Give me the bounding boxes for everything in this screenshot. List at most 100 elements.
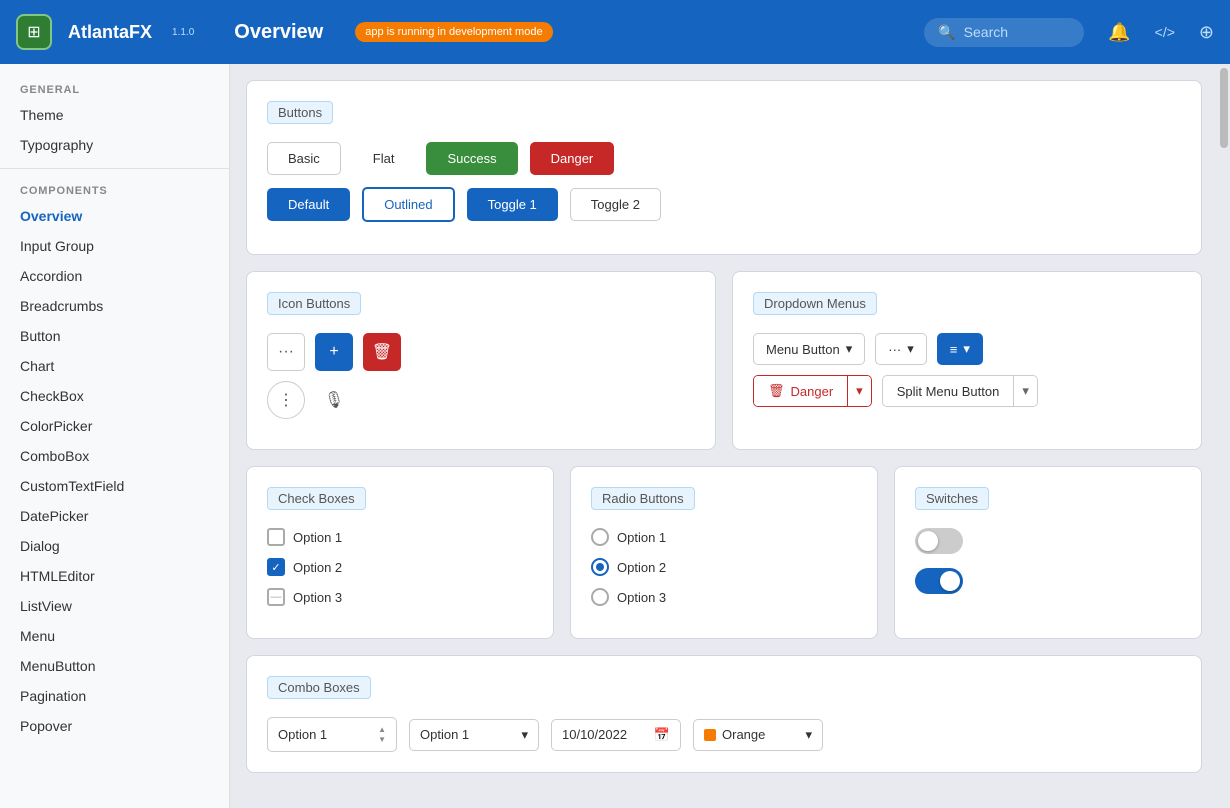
dev-badge: app is running in development mode <box>355 22 552 42</box>
dropdown-menus-card-title: Dropdown Menus <box>753 292 877 315</box>
sidebar-item-colorpicker[interactable]: ColorPicker <box>0 411 229 441</box>
default-button[interactable]: Default <box>267 188 350 221</box>
checkbox-checked[interactable]: ✓ <box>267 558 285 576</box>
scrollbar-track[interactable] <box>1218 64 1230 808</box>
check-boxes-title: Check Boxes <box>267 487 366 510</box>
main-content: Buttons Basic Flat Success Danger Defaul… <box>230 64 1218 808</box>
split-menu-button[interactable]: Split Menu Button ▾ <box>882 375 1038 407</box>
search-icon: 🔍 <box>938 24 955 41</box>
checkbox-unchecked[interactable] <box>267 528 285 546</box>
page-title: Overview <box>234 21 323 44</box>
sidebar-item-menubutton[interactable]: MenuButton <box>0 651 229 681</box>
checkbox-option3-label: Option 3 <box>293 590 342 605</box>
icon-btn-trash[interactable]: 🗑 <box>363 333 401 371</box>
app-version: 1.1.0 <box>172 27 194 38</box>
sidebar-item-typography[interactable]: Typography <box>0 130 229 160</box>
radio-option1[interactable]: Option 1 <box>591 528 857 546</box>
orange-color-swatch <box>704 729 716 741</box>
basic-button[interactable]: Basic <box>267 142 341 175</box>
sidebar-item-breadcrumbs[interactable]: Breadcrumbs <box>0 291 229 321</box>
switch-on[interactable] <box>915 568 963 594</box>
flat-button[interactable]: Flat <box>353 143 415 174</box>
icon-btn-plus[interactable]: + <box>315 333 353 371</box>
sidebar-item-accordion[interactable]: Accordion <box>0 261 229 291</box>
sidebar-item-popover[interactable]: Popover <box>0 711 229 741</box>
components-section-label: COMPONENTS <box>0 177 229 201</box>
radio-unchecked3[interactable] <box>591 588 609 606</box>
icon-btn-dots[interactable]: ··· <box>267 333 305 371</box>
icon-buttons-card-title: Icon Buttons <box>267 292 361 315</box>
radio-option3[interactable]: Option 3 <box>591 588 857 606</box>
toggle2-button[interactable]: Toggle 2 <box>570 188 661 221</box>
buttons-card: Buttons Basic Flat Success Danger Defaul… <box>246 80 1202 255</box>
combo-color[interactable]: Orange ▾ <box>693 719 823 751</box>
checkbox-option2-label: Option 2 <box>293 560 342 575</box>
radio-unchecked1[interactable] <box>591 528 609 546</box>
split-menu-main[interactable]: Split Menu Button <box>883 377 1014 406</box>
outlined-button[interactable]: Outlined <box>362 187 454 222</box>
icon-btn-mic[interactable]: 🎙 <box>315 381 353 419</box>
sidebar-item-customtextfield[interactable]: CustomTextField <box>0 471 229 501</box>
scrollbar-thumb[interactable] <box>1220 68 1228 148</box>
radio-buttons-title: Radio Buttons <box>591 487 695 510</box>
combo-date-label: 10/10/2022 <box>562 727 627 742</box>
sidebar-item-checkbox[interactable]: CheckBox <box>0 381 229 411</box>
danger-split-button[interactable]: 🗑 Danger ▾ <box>753 375 872 407</box>
sidebar-item-chart[interactable]: Chart <box>0 351 229 381</box>
radio-buttons-card: Radio Buttons Option 1 Option 2 Option 3 <box>570 466 878 639</box>
checkbox-option2[interactable]: ✓ Option 2 <box>267 558 533 576</box>
bell-icon[interactable]: 🔔 <box>1108 22 1130 43</box>
danger-split-main[interactable]: 🗑 Danger <box>754 376 847 406</box>
general-section-label: GENERAL <box>0 76 229 100</box>
danger-button[interactable]: Danger <box>530 142 615 175</box>
switch-off[interactable] <box>915 528 963 554</box>
combo-boxes-title: Combo Boxes <box>267 676 371 699</box>
sidebar-item-datepicker[interactable]: DatePicker <box>0 501 229 531</box>
sidebar-item-input-group[interactable]: Input Group <box>0 231 229 261</box>
success-button[interactable]: Success <box>426 142 517 175</box>
radio-selected2[interactable] <box>591 558 609 576</box>
combo-spinner[interactable]: Option 1 ▲▼ <box>267 717 397 752</box>
combo-color-label: Orange <box>722 727 765 742</box>
check-boxes-card: Check Boxes Option 1 ✓ Option 2 — Option… <box>246 466 554 639</box>
chevron-down-icon2: ▾ <box>907 341 914 357</box>
sidebar-item-menu[interactable]: Menu <box>0 621 229 651</box>
sidebar-item-overview[interactable]: Overview <box>0 201 229 231</box>
radio-option2-label: Option 2 <box>617 560 666 575</box>
icon-buttons-card: Icon Buttons ··· + 🗑 ⋮ 🎙 <box>246 271 716 450</box>
danger-split-arrow[interactable]: ▾ <box>847 376 871 406</box>
code-icon[interactable]: </> <box>1155 24 1175 40</box>
combo-dropdown1[interactable]: Option 1 ▾ <box>409 719 539 751</box>
chevron-down-color: ▾ <box>805 727 812 743</box>
sidebar-item-theme[interactable]: Theme <box>0 100 229 130</box>
toggle1-button[interactable]: Toggle 1 <box>467 188 558 221</box>
checkbox-option1-label: Option 1 <box>293 530 342 545</box>
buttons-card-title: Buttons <box>267 101 333 124</box>
github-icon[interactable]: ⊕ <box>1199 22 1214 43</box>
chevron-down-icon3: ▾ <box>963 341 970 357</box>
spinner-arrows: ▲▼ <box>378 725 386 744</box>
checkbox-indeterminate[interactable]: — <box>267 588 285 606</box>
split-menu-arrow[interactable]: ▾ <box>1013 376 1037 406</box>
checkbox-option3[interactable]: — Option 3 <box>267 588 533 606</box>
app-name: AtlantaFX <box>68 22 152 43</box>
dots-dropdown[interactable]: ··· ▾ <box>875 333 927 365</box>
sidebar-item-listview[interactable]: ListView <box>0 591 229 621</box>
sidebar-item-pagination[interactable]: Pagination <box>0 681 229 711</box>
sidebar-item-button[interactable]: Button <box>0 321 229 351</box>
blue-menu-dropdown[interactable]: ≡ ▾ <box>937 333 983 365</box>
radio-option2[interactable]: Option 2 <box>591 558 857 576</box>
dots-label: ··· <box>888 342 901 357</box>
menu-button-dropdown[interactable]: Menu Button ▾ <box>753 333 865 365</box>
radio-option3-label: Option 3 <box>617 590 666 605</box>
switches-card: Switches <box>894 466 1202 639</box>
combo-date[interactable]: 10/10/2022 📅 <box>551 719 681 751</box>
chevron-down-icon: ▾ <box>846 341 853 357</box>
sidebar-item-combobox[interactable]: ComboBox <box>0 441 229 471</box>
sidebar-item-dialog[interactable]: Dialog <box>0 531 229 561</box>
sidebar-item-htmleditor[interactable]: HTMLEditor <box>0 561 229 591</box>
checkbox-option1[interactable]: Option 1 <box>267 528 533 546</box>
dropdown-menus-card: Dropdown Menus Menu Button ▾ ··· ▾ ≡ ▾ <box>732 271 1202 450</box>
search-box[interactable]: 🔍 Search <box>924 18 1084 47</box>
icon-btn-vertical-dots[interactable]: ⋮ <box>267 381 305 419</box>
